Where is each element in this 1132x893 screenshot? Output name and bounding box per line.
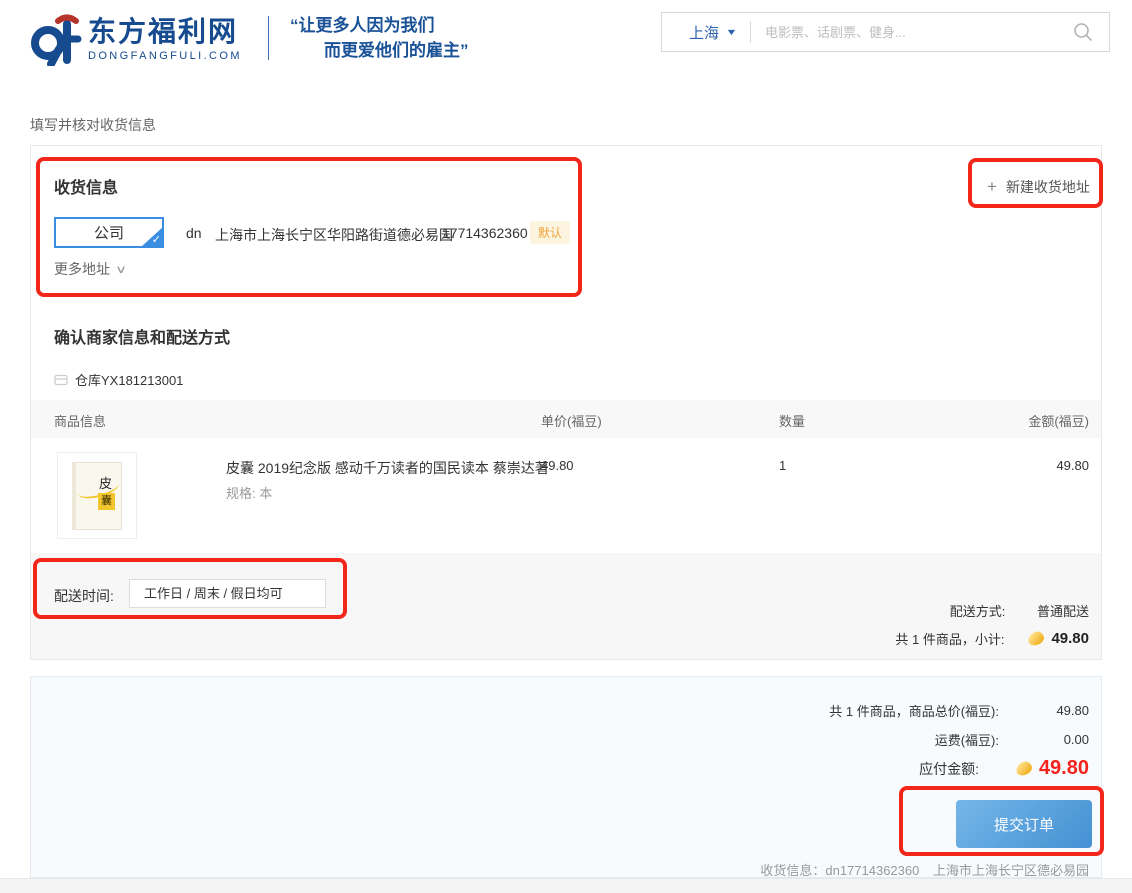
address-tag-label: 公司 bbox=[94, 222, 124, 243]
site-logo[interactable]: 东方福利网 DONGFANGFULI.COM bbox=[28, 12, 242, 66]
col-amount: 金额(福豆) bbox=[1028, 411, 1089, 430]
warehouse-row: 仓库YX181213001 bbox=[54, 370, 183, 389]
footer-strip bbox=[0, 878, 1132, 893]
col-quantity: 数量 bbox=[779, 411, 805, 430]
logo-title: 东方福利网 bbox=[88, 16, 242, 48]
book-cover-char2: 囊 bbox=[98, 493, 115, 510]
checkout-page: 东方福利网 DONGFANGFULI.COM “让更多人因为我们 而更爱他们的雇… bbox=[0, 0, 1132, 893]
search-icon[interactable] bbox=[1073, 22, 1093, 42]
slogan-line1: “让更多人因为我们 bbox=[290, 13, 469, 38]
header-divider bbox=[268, 16, 269, 60]
summary-footer: 收货信息：dn17714362360 上海市上海长宁区德必易园 bbox=[760, 860, 1089, 879]
more-addresses-toggle[interactable]: 更多地址 ∨ bbox=[54, 259, 125, 279]
delivery-time-label: 配送时间: bbox=[54, 586, 114, 606]
book-cover: 皮 囊 bbox=[72, 462, 122, 530]
logo-text: 东方福利网 DONGFANGFULI.COM bbox=[88, 16, 242, 62]
col-unit-price: 单价(福豆) bbox=[541, 411, 602, 430]
subtotal-row: 共 1 件商品，小计: 49.80 bbox=[895, 629, 1089, 648]
bean-icon bbox=[1027, 630, 1046, 647]
subtotal-label: 共 1 件商品，小计: bbox=[895, 629, 1004, 648]
product-title[interactable]: 皮囊 2019纪念版 感动千万读者的国民读本 蔡崇达著 bbox=[226, 458, 549, 478]
submit-order-button[interactable]: 提交订单 bbox=[956, 800, 1092, 848]
shipping-label: 运费(福豆): bbox=[935, 730, 999, 749]
product-unit-price: 49.80 bbox=[541, 458, 574, 473]
city-label: 上海 bbox=[689, 22, 719, 43]
new-address-label: 新建收货地址 bbox=[1006, 177, 1090, 197]
check-icon: ✓ bbox=[152, 235, 161, 246]
receive-info-title: 收货信息 bbox=[54, 174, 118, 198]
payable-value: 49.80 bbox=[1039, 757, 1089, 780]
more-addresses-label: 更多地址 bbox=[54, 259, 110, 279]
slogan-line2: 而更爱他们的雇主” bbox=[290, 38, 469, 63]
footer-address: 上海市上海长宁区德必易园 bbox=[933, 863, 1089, 878]
chevron-down-icon: ∨ bbox=[115, 263, 127, 276]
footer-name-phone: dn17714362360 bbox=[825, 863, 919, 878]
shipping-value: 0.00 bbox=[999, 732, 1089, 747]
logo-icon bbox=[28, 12, 82, 66]
search-input[interactable] bbox=[751, 25, 1073, 40]
total-value: 49.80 bbox=[999, 703, 1089, 718]
payable-label: 应付金额: bbox=[919, 759, 979, 779]
city-selector[interactable]: 上海 ▼ bbox=[662, 22, 750, 43]
slogan: “让更多人因为我们 而更爱他们的雇主” bbox=[290, 13, 469, 63]
footer-label: 收货信息： bbox=[760, 863, 825, 878]
product-spec: 规格: 本 bbox=[226, 483, 272, 502]
product-table-header: 商品信息 单价(福豆) 数量 金额(福豆) bbox=[31, 400, 1101, 438]
bean-icon bbox=[1014, 760, 1033, 777]
warehouse-label: 仓库YX181213001 bbox=[75, 370, 183, 389]
col-product-info: 商品信息 bbox=[54, 411, 106, 430]
summary-panel: 共 1 件商品，商品总价(福豆): 49.80 运费(福豆): 0.00 应付金… bbox=[30, 676, 1102, 878]
site-header: 东方福利网 DONGFANGFULI.COM “让更多人因为我们 而更爱他们的雇… bbox=[0, 0, 1132, 90]
payable-value-wrap: 49.80 bbox=[979, 757, 1089, 780]
delivery-method-row: 配送方式: 普通配送 bbox=[950, 601, 1089, 620]
default-badge: 默认 bbox=[530, 221, 570, 244]
subtotal-value: 49.80 bbox=[1051, 630, 1089, 647]
total-label: 共 1 件商品，商品总价(福豆): bbox=[829, 701, 999, 720]
caret-down-icon: ▼ bbox=[725, 27, 737, 37]
recipient-phone: 17714362360 bbox=[442, 225, 528, 241]
page-title: 填写并核对收货信息 bbox=[30, 115, 156, 135]
delivery-method-label: 配送方式: bbox=[950, 604, 1006, 619]
logo-domain: DONGFANGFULI.COM bbox=[88, 50, 242, 62]
search-bar: 上海 ▼ bbox=[661, 12, 1110, 52]
merchant-section-title: 确认商家信息和配送方式 bbox=[54, 324, 230, 348]
payable-row: 应付金额: 49.80 bbox=[919, 757, 1089, 780]
total-row: 共 1 件商品，商品总价(福豆): 49.80 bbox=[829, 701, 1089, 720]
delivery-band: 配送时间: 工作日 / 周末 / 假日均可 配送方式: 普通配送 共 1 件商品… bbox=[31, 553, 1101, 659]
order-panel: 收货信息 + 新建收货地址 公司 ✓ dn 上海市上海长宁区华阳路街道德必易园 … bbox=[30, 145, 1102, 660]
new-address-button[interactable]: + 新建收货地址 bbox=[987, 177, 1090, 197]
recipient-address: 上海市上海长宁区华阳路街道德必易园 bbox=[215, 225, 453, 245]
book-cover-char1: 皮 bbox=[99, 473, 112, 492]
warehouse-icon bbox=[54, 373, 68, 387]
product-image[interactable]: 皮 囊 bbox=[57, 452, 137, 539]
address-tag-company[interactable]: 公司 ✓ bbox=[54, 217, 164, 248]
plus-icon: + bbox=[987, 177, 997, 197]
product-amount: 49.80 bbox=[1056, 458, 1089, 473]
delivery-method-value: 普通配送 bbox=[1037, 604, 1089, 619]
product-quantity: 1 bbox=[779, 458, 786, 473]
delivery-time-select[interactable]: 工作日 / 周末 / 假日均可 bbox=[129, 579, 326, 608]
shipping-row: 运费(福豆): 0.00 bbox=[935, 730, 1089, 749]
recipient-name: dn bbox=[186, 225, 202, 241]
